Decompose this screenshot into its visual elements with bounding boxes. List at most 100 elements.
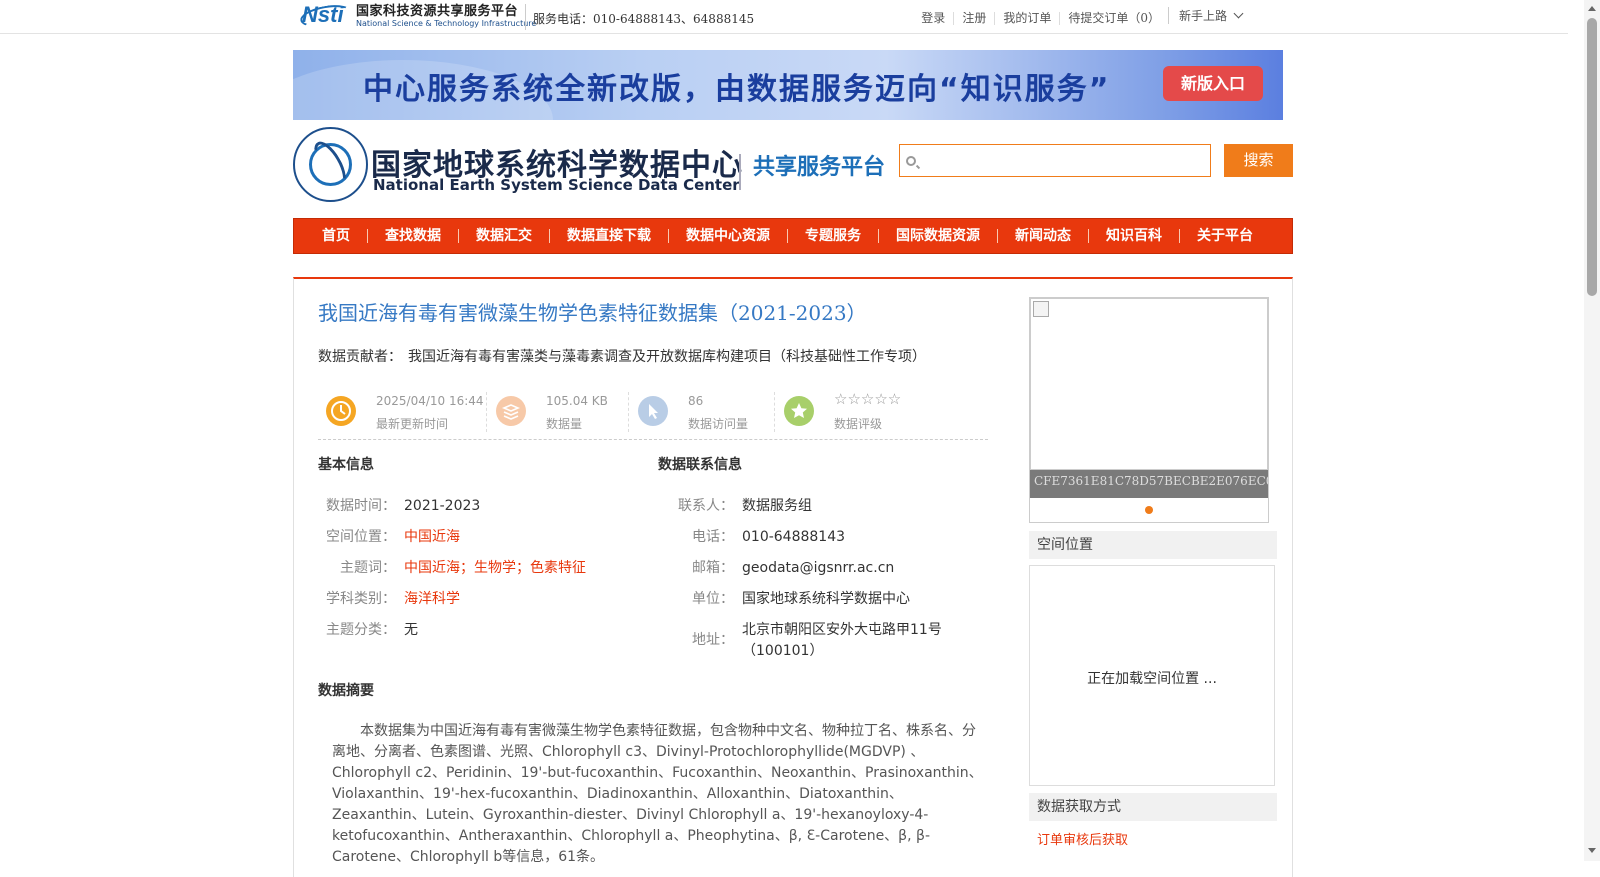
broken-image-icon bbox=[1033, 301, 1049, 317]
rating-stars[interactable]: ☆☆☆☆☆ bbox=[834, 390, 901, 408]
nav-topic-services[interactable]: 专题服务 bbox=[787, 229, 878, 243]
contact-phone-value: 010-64888143 bbox=[742, 529, 846, 545]
service-phone: 服务电话：010-64888143、64888145 bbox=[533, 12, 755, 26]
dataset-stats: 2025/04/10 16:44 最新更新时间 105.04 KB 数据量 86… bbox=[318, 384, 988, 440]
contact-org-value: 国家地球系统科学数据中心 bbox=[742, 591, 910, 607]
nav-data-submission[interactable]: 数据汇交 bbox=[458, 229, 549, 243]
info-row-data-time: 数据时间： 2021-2023 bbox=[326, 495, 480, 515]
discipline-label: 学科类别： bbox=[326, 591, 396, 607]
center-emblem-icon[interactable] bbox=[293, 127, 368, 202]
dataset-thumbnail-carousel[interactable]: CFE7361E81C78D57BECBE2E076EC007E bbox=[1029, 297, 1269, 523]
beginner-guide-label: 新手上路 bbox=[1178, 9, 1227, 23]
cursor-icon bbox=[638, 396, 668, 426]
stack-icon bbox=[496, 396, 526, 426]
dataset-contributor: 数据贡献者： 我国近海有毒有害藻类与藻毒素调查及开放数据库构建项目（科技基础性工作… bbox=[318, 346, 926, 366]
contact-address-label: 地址： bbox=[692, 632, 734, 648]
site-header: 国家地球系统科学数据中心 National Earth System Scien… bbox=[293, 126, 1293, 204]
keywords-label: 主题词： bbox=[340, 560, 396, 576]
info-row-spatial: 空间位置： 中国近海 bbox=[326, 526, 460, 546]
update-time-value: 2025/04/10 16:44 bbox=[376, 394, 484, 408]
carousel-dot[interactable] bbox=[1145, 506, 1153, 514]
info-row-category: 主题分类： 无 bbox=[326, 619, 418, 639]
nsti-logo-en: National Science & Technology Infrastruc… bbox=[356, 18, 537, 28]
contact-phone-label: 电话： bbox=[692, 529, 734, 545]
nsti-logo-mark: Nsti bbox=[298, 1, 354, 31]
nav-home[interactable]: 首页 bbox=[294, 229, 367, 243]
spatial-label: 空间位置： bbox=[326, 529, 396, 545]
thumbnail-image[interactable] bbox=[1030, 298, 1268, 470]
login-link[interactable]: 登录 bbox=[913, 12, 953, 25]
contact-row-email: 邮箱： geodata@igsnrr.ac.cn bbox=[668, 557, 894, 577]
contact-person-label: 联系人： bbox=[678, 498, 734, 514]
search-button[interactable]: 搜索 bbox=[1224, 144, 1293, 177]
scroll-down-icon[interactable] bbox=[1588, 848, 1596, 853]
main-nav: 首页 查找数据 数据汇交 数据直接下载 数据中心资源 专题服务 国际数据资源 新… bbox=[293, 218, 1293, 254]
access-method-link[interactable]: 订单审核后获取 bbox=[1037, 829, 1128, 848]
nav-find-data[interactable]: 查找数据 bbox=[367, 229, 458, 243]
my-orders-link[interactable]: 我的订单 bbox=[994, 12, 1059, 25]
info-row-keywords: 主题词： 中国近海；生物学；色素特征 bbox=[326, 557, 586, 577]
scroll-thumb[interactable] bbox=[1587, 18, 1597, 296]
chevron-down-icon bbox=[1233, 8, 1244, 19]
topbar-divider bbox=[525, 4, 526, 30]
page-scrollbar[interactable] bbox=[1584, 0, 1600, 861]
nav-encyclopedia[interactable]: 知识百科 bbox=[1088, 229, 1179, 243]
contact-address-postcode: （100101） bbox=[742, 643, 824, 659]
spatial-link[interactable]: 中国近海 bbox=[404, 529, 460, 545]
visits-value: 86 bbox=[688, 394, 704, 408]
abstract-heading: 数据摘要 bbox=[318, 683, 374, 699]
register-link[interactable]: 注册 bbox=[953, 12, 994, 25]
data-time-label: 数据时间： bbox=[326, 498, 396, 514]
nav-international-data[interactable]: 国际数据资源 bbox=[878, 229, 997, 243]
pending-orders-link[interactable]: 待提交订单（0） bbox=[1059, 12, 1168, 25]
top-bar: Nsti 国家科技资源共享服务平台 National Science & Tec… bbox=[0, 0, 1568, 34]
category-label: 主题分类： bbox=[326, 622, 396, 638]
contact-email-value[interactable]: geodata@igsnrr.ac.cn bbox=[742, 560, 894, 576]
nsti-logo-cn: 国家科技资源共享服务平台 bbox=[356, 3, 519, 19]
contact-org-label: 单位： bbox=[692, 591, 734, 607]
contact-email-label: 邮箱： bbox=[692, 560, 734, 576]
basic-info-heading: 基本信息 bbox=[318, 457, 374, 473]
data-size-label: 数据量 bbox=[546, 417, 583, 431]
nav-about[interactable]: 关于平台 bbox=[1179, 229, 1270, 243]
platform-title: 共享服务平台 bbox=[753, 155, 886, 180]
star-icon bbox=[784, 396, 814, 426]
dataset-title: 我国近海有毒有害微藻生物学色素特征数据集（2021-2023） bbox=[318, 301, 867, 325]
contact-person-value: 数据服务组 bbox=[742, 498, 812, 514]
contact-address-value: 北京市朝阳区安外大屯路甲11号 bbox=[742, 622, 942, 638]
promo-banner[interactable]: 中心服务系统全新改版，由数据服务迈向“知识服务” 新版入口 bbox=[293, 50, 1283, 120]
top-links: 登录 注册 我的订单 待提交订单（0） 新手上路 bbox=[913, 7, 1568, 27]
discipline-link[interactable]: 海洋科学 bbox=[404, 591, 460, 607]
beginner-guide-dropdown[interactable]: 新手上路 bbox=[1167, 7, 1256, 24]
search-box bbox=[899, 144, 1211, 177]
contact-row-address: 地址： bbox=[668, 629, 734, 649]
spatial-map[interactable]: 正在加载空间位置 ... bbox=[1029, 565, 1275, 786]
visits-label: 数据访问量 bbox=[688, 417, 749, 431]
contributor-value: 我国近海有毒有害藻类与藻毒素调查及开放数据库构建项目（科技基础性工作专项） bbox=[408, 349, 926, 365]
nav-center-resources[interactable]: 数据中心资源 bbox=[668, 229, 787, 243]
contact-row-org: 单位： 国家地球系统科学数据中心 bbox=[668, 588, 910, 608]
rating-label: 数据评级 bbox=[834, 417, 883, 431]
clock-icon bbox=[326, 396, 356, 426]
spatial-location-heading: 空间位置 bbox=[1029, 531, 1277, 559]
abstract-text: 本数据集为中国近海有毒有害微藻生物学色素特征数据，包含物种中文名、物种拉丁名、株… bbox=[332, 723, 983, 865]
scroll-up-icon[interactable] bbox=[1588, 6, 1596, 11]
new-version-button[interactable]: 新版入口 bbox=[1163, 66, 1263, 101]
nav-news[interactable]: 新闻动态 bbox=[997, 229, 1088, 243]
nsti-logo[interactable]: Nsti 国家科技资源共享服务平台 National Science & Tec… bbox=[298, 1, 537, 31]
contact-row-person: 联系人： 数据服务组 bbox=[668, 495, 812, 515]
update-time-label: 最新更新时间 bbox=[376, 417, 449, 431]
center-title-en: National Earth System Science Data Cente… bbox=[373, 176, 740, 194]
banner-message: 中心服务系统全新改版，由数据服务迈向“知识服务” bbox=[363, 72, 1111, 107]
nav-direct-download[interactable]: 数据直接下载 bbox=[549, 229, 668, 243]
access-method-heading: 数据获取方式 bbox=[1029, 793, 1277, 821]
data-size-value: 105.04 KB bbox=[546, 394, 608, 408]
search-input[interactable] bbox=[900, 145, 1210, 176]
keywords-link[interactable]: 中国近海；生物学；色素特征 bbox=[404, 560, 586, 576]
info-row-discipline: 学科类别： 海洋科学 bbox=[326, 588, 460, 608]
map-loading-text: 正在加载空间位置 ... bbox=[1087, 671, 1217, 687]
contact-info-heading: 数据联系信息 bbox=[658, 457, 742, 473]
category-value: 无 bbox=[404, 622, 418, 638]
thumbnail-caption: CFE7361E81C78D57BECBE2E076EC007E bbox=[1030, 470, 1268, 498]
header-divider bbox=[739, 154, 741, 190]
